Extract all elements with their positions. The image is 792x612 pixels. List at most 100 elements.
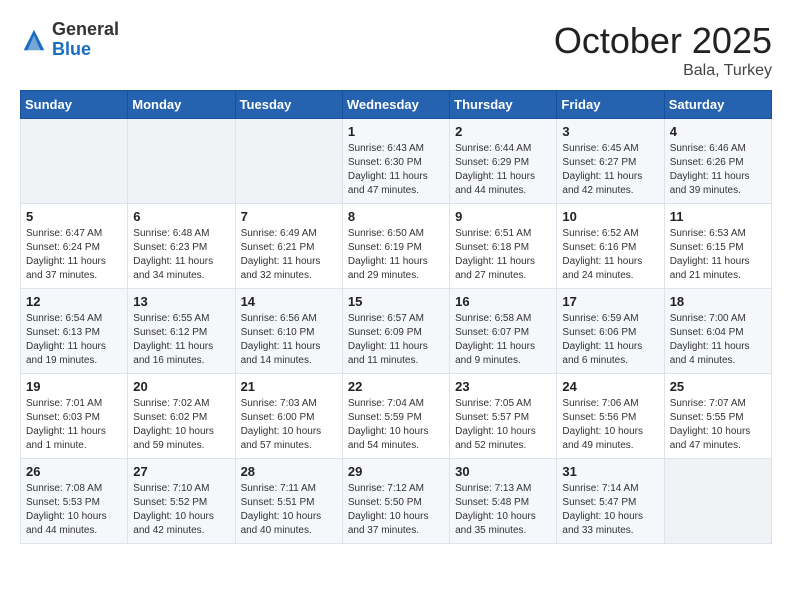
cell-info: Sunrise: 7:10 AM — [133, 482, 229, 496]
calendar-cell: 2Sunrise: 6:44 AMSunset: 6:29 PMDaylight… — [450, 119, 557, 204]
header-wednesday: Wednesday — [342, 91, 449, 119]
cell-info: Daylight: 11 hours and 24 minutes. — [562, 255, 658, 283]
cell-info: Sunset: 6:03 PM — [26, 411, 122, 425]
calendar-cell: 5Sunrise: 6:47 AMSunset: 6:24 PMDaylight… — [21, 204, 128, 289]
cell-info: Sunrise: 6:44 AM — [455, 142, 551, 156]
calendar-week-3: 19Sunrise: 7:01 AMSunset: 6:03 PMDayligh… — [21, 374, 772, 459]
cell-info: Sunset: 6:06 PM — [562, 326, 658, 340]
calendar-cell: 14Sunrise: 6:56 AMSunset: 6:10 PMDayligh… — [235, 289, 342, 374]
cell-info: Daylight: 11 hours and 44 minutes. — [455, 170, 551, 198]
cell-info: Sunrise: 6:43 AM — [348, 142, 444, 156]
cell-info: Daylight: 11 hours and 9 minutes. — [455, 340, 551, 368]
cell-info: Sunrise: 7:13 AM — [455, 482, 551, 496]
cell-info: Daylight: 10 hours and 37 minutes. — [348, 510, 444, 538]
calendar-week-1: 5 Sunrise: 6:47 AMSunset: 6:24 PM Daylight… — [21, 204, 772, 289]
calendar-cell: 9Sunrise: 6:51 AMSunset: 6:18 PMDaylight… — [450, 204, 557, 289]
calendar-cell: 20Sunrise: 7:02 AMSunset: 6:02 PMDayligh… — [128, 374, 235, 459]
calendar-cell: 30Sunrise: 7:13 AMSunset: 5:48 PMDayligh… — [450, 459, 557, 544]
cell-info: Sunset: 6:29 PM — [455, 156, 551, 170]
cell-info: Sunrise: 6:56 AM — [241, 312, 337, 326]
cell-info: Sunset: 6:19 PM — [348, 241, 444, 255]
cell-info: Sunrise: 6:47 AM — [26, 227, 122, 241]
cell-info: Daylight: 11 hours and 32 minutes. — [241, 255, 337, 283]
header-saturday: Saturday — [664, 91, 771, 119]
cell-info: Daylight: 11 hours and 19 minutes. — [26, 340, 122, 368]
cell-info: Daylight: 10 hours and 42 minutes. — [133, 510, 229, 538]
day-number: 26 — [26, 464, 122, 479]
cell-info: Sunrise: 7:14 AM — [562, 482, 658, 496]
cell-info: Sunrise: 7:03 AM — [241, 397, 337, 411]
cell-info: Sunset: 6:24 PM — [26, 241, 122, 255]
cell-info: Sunrise: 7:02 AM — [133, 397, 229, 411]
calendar-cell: 18Sunrise: 7:00 AMSunset: 6:04 PMDayligh… — [664, 289, 771, 374]
cell-info: Sunset: 5:53 PM — [26, 496, 122, 510]
cell-info: Sunset: 6:07 PM — [455, 326, 551, 340]
calendar-cell: 11Sunrise: 6:53 AMSunset: 6:15 PMDayligh… — [664, 204, 771, 289]
cell-info: Daylight: 11 hours and 11 minutes. — [348, 340, 444, 368]
calendar-week-2: 12Sunrise: 6:54 AMSunset: 6:13 PMDayligh… — [21, 289, 772, 374]
month-title: October 2025 — [554, 20, 772, 62]
calendar-cell: 1Sunrise: 6:43 AMSunset: 6:30 PMDaylight… — [342, 119, 449, 204]
calendar-cell: 3Sunrise: 6:45 AMSunset: 6:27 PMDaylight… — [557, 119, 664, 204]
cell-info: Sunset: 6:26 PM — [670, 156, 766, 170]
title-block: October 2025 Bala, Turkey — [554, 20, 772, 80]
cell-info: Daylight: 11 hours and 42 minutes. — [562, 170, 658, 198]
cell-info: Daylight: 10 hours and 33 minutes. — [562, 510, 658, 538]
day-number: 25 — [670, 379, 766, 394]
cell-info: Sunrise: 6:51 AM — [455, 227, 551, 241]
calendar-cell: 29Sunrise: 7:12 AMSunset: 5:50 PMDayligh… — [342, 459, 449, 544]
cell-info: Daylight: 10 hours and 54 minutes. — [348, 425, 444, 453]
day-number: 5 — [26, 209, 122, 224]
cell-info: Sunrise: 6:59 AM — [562, 312, 658, 326]
calendar-cell: 15Sunrise: 6:57 AMSunset: 6:09 PMDayligh… — [342, 289, 449, 374]
cell-info: Sunrise: 7:00 AM — [670, 312, 766, 326]
calendar-cell: 23Sunrise: 7:05 AMSunset: 5:57 PMDayligh… — [450, 374, 557, 459]
logo-icon — [20, 26, 48, 54]
cell-info: Sunrise: 6:52 AM — [562, 227, 658, 241]
calendar-cell: 27Sunrise: 7:10 AMSunset: 5:52 PMDayligh… — [128, 459, 235, 544]
logo-general-text: General — [52, 19, 119, 39]
day-number: 28 — [241, 464, 337, 479]
calendar-cell: 10Sunrise: 6:52 AMSunset: 6:16 PMDayligh… — [557, 204, 664, 289]
calendar-cell: 24Sunrise: 7:06 AMSunset: 5:56 PMDayligh… — [557, 374, 664, 459]
cell-info: Sunrise: 7:04 AM — [348, 397, 444, 411]
cell-info: Sunrise: 7:12 AM — [348, 482, 444, 496]
cell-info: Daylight: 11 hours and 16 minutes. — [133, 340, 229, 368]
cell-info: Sunrise: 7:07 AM — [670, 397, 766, 411]
cell-info: Sunset: 6:02 PM — [133, 411, 229, 425]
cell-info: Sunset: 6:00 PM — [241, 411, 337, 425]
cell-info: Daylight: 10 hours and 40 minutes. — [241, 510, 337, 538]
header-thursday: Thursday — [450, 91, 557, 119]
calendar-cell — [128, 119, 235, 204]
day-number: 18 — [670, 294, 766, 309]
cell-info: Daylight: 11 hours and 47 minutes. — [348, 170, 444, 198]
cell-info: Sunset: 6:30 PM — [348, 156, 444, 170]
day-number: 29 — [348, 464, 444, 479]
cell-info: Sunrise: 7:05 AM — [455, 397, 551, 411]
cell-info: Daylight: 11 hours and 21 minutes. — [670, 255, 766, 283]
cell-info: Sunrise: 7:08 AM — [26, 482, 122, 496]
cell-info: Sunset: 6:12 PM — [133, 326, 229, 340]
cell-info: Sunset: 5:48 PM — [455, 496, 551, 510]
cell-info: Daylight: 11 hours and 39 minutes. — [670, 170, 766, 198]
calendar-table: Sunday Monday Tuesday Wednesday Thursday… — [20, 90, 772, 544]
calendar-cell: 31Sunrise: 7:14 AMSunset: 5:47 PMDayligh… — [557, 459, 664, 544]
cell-info: Daylight: 10 hours and 47 minutes. — [670, 425, 766, 453]
cell-info: Sunset: 5:47 PM — [562, 496, 658, 510]
day-number: 19 — [26, 379, 122, 394]
cell-info: Sunrise: 6:53 AM — [670, 227, 766, 241]
cell-info: Daylight: 10 hours and 44 minutes. — [26, 510, 122, 538]
day-number: 16 — [455, 294, 551, 309]
cell-info: Sunset: 6:15 PM — [670, 241, 766, 255]
cell-info: Daylight: 11 hours and 29 minutes. — [348, 255, 444, 283]
day-number: 3 — [562, 124, 658, 139]
cell-info: Sunset: 6:23 PM — [133, 241, 229, 255]
cell-info: Sunset: 5:57 PM — [455, 411, 551, 425]
calendar-cell: 28Sunrise: 7:11 AMSunset: 5:51 PMDayligh… — [235, 459, 342, 544]
day-number: 22 — [348, 379, 444, 394]
calendar-cell: 12Sunrise: 6:54 AMSunset: 6:13 PMDayligh… — [21, 289, 128, 374]
day-number: 10 — [562, 209, 658, 224]
cell-info: Sunset: 5:52 PM — [133, 496, 229, 510]
day-number: 8 — [348, 209, 444, 224]
cell-info: Daylight: 11 hours and 27 minutes. — [455, 255, 551, 283]
